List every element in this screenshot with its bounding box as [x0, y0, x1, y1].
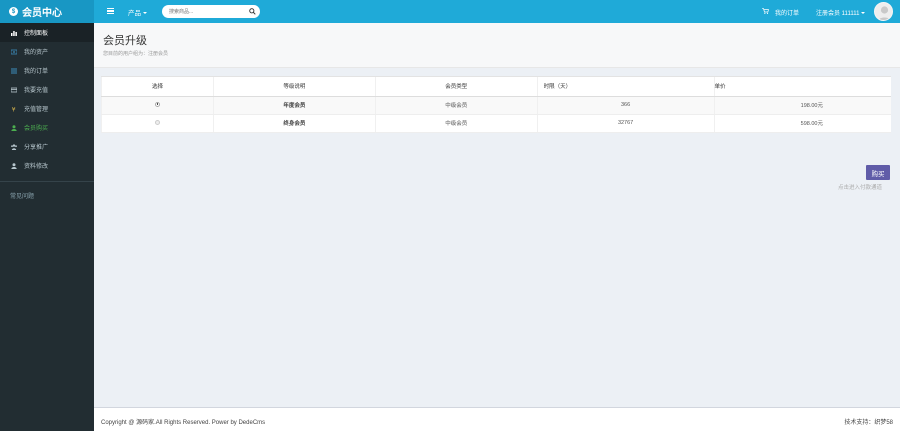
select-cell	[101, 114, 214, 133]
price-cell: 198.00元	[713, 96, 891, 115]
user-avatar-icon	[878, 6, 891, 20]
sidebar-item-label: 分享推广	[24, 145, 49, 151]
users-icon	[11, 143, 17, 150]
sidebar-item-recharge[interactable]: 我要充值	[0, 80, 94, 99]
list-icon	[11, 68, 17, 73]
product-dropdown-label: 产品	[128, 10, 141, 17]
menu-toggle-icon[interactable]	[107, 8, 114, 15]
sidebar-item-membership[interactable]: 会员购买	[0, 118, 94, 137]
buy-note: 点击进入付款通道	[838, 185, 883, 191]
search-box	[162, 5, 260, 18]
sidebar-item-orders[interactable]: 我的订单	[0, 61, 94, 80]
sidebar-item-dashboard[interactable]: 控制面板	[0, 23, 94, 42]
search-input[interactable]	[162, 5, 242, 18]
svg-text:¥: ¥	[12, 106, 16, 112]
level-cell: 年度会员	[212, 96, 376, 115]
level-cell: 终身会员	[212, 114, 376, 133]
select-radio[interactable]	[154, 101, 160, 107]
tech-support-text: 技术支持：织梦58	[844, 420, 893, 426]
column-header: 时限（天）	[536, 77, 715, 97]
sidebar-item-label: 资料修改	[24, 164, 49, 170]
type-cell: 中级会员	[374, 96, 538, 115]
bar-chart-icon	[11, 30, 17, 36]
table-header-row: 选择 等级说明 会员类型 时限（天） 单价	[101, 77, 891, 97]
select-cell	[101, 96, 214, 115]
sidebar-item-label: 会员购买	[24, 126, 49, 132]
dollar-icon: $	[9, 7, 18, 16]
sidebar-item-label: 控制面板	[24, 31, 49, 37]
top-navbar: $ 会员中心 产品 我的订单 注册会员 111111	[0, 0, 900, 23]
product-dropdown[interactable]: 产品	[128, 7, 147, 17]
column-header: 选择	[101, 77, 214, 97]
table-row[interactable]: 终身会员 中级会员 32767 598.00元	[101, 114, 891, 133]
days-cell: 32767	[536, 114, 715, 133]
buy-button[interactable]: 购买	[866, 165, 890, 180]
type-cell: 中级会员	[374, 114, 538, 133]
cart-icon[interactable]	[762, 8, 769, 14]
copyright-text: Copyright @ 源码家.All Rights Reserved. Pow…	[101, 420, 266, 426]
sidebar-item-label: 我的订单	[24, 69, 49, 75]
table-row[interactable]: 年度会员 中级会员 366 198.00元	[101, 96, 891, 115]
avatar[interactable]	[874, 2, 893, 21]
days-cell: 366	[536, 96, 715, 115]
sidebar-item-share[interactable]: 分享推广	[0, 137, 94, 156]
logo[interactable]: $ 会员中心	[0, 0, 94, 23]
column-header: 单价	[713, 77, 891, 97]
user-icon	[11, 162, 17, 169]
user-menu[interactable]: 注册会员 111111	[816, 8, 866, 17]
money-icon	[11, 49, 17, 54]
column-header: 等级说明	[212, 77, 376, 97]
sidebar-item-label: 我要充值	[24, 88, 49, 94]
logo-text: 会员中心	[22, 8, 62, 19]
page-title: 会员升级	[103, 35, 147, 47]
select-radio[interactable]	[154, 119, 160, 125]
caret-down-icon	[143, 12, 147, 15]
my-orders-link[interactable]: 我的订单	[775, 8, 799, 17]
sidebar-item-profile[interactable]: 资料修改	[0, 156, 94, 175]
caret-down-icon	[861, 12, 866, 15]
footer: Copyright @ 源码家.All Rights Reserved. Pow…	[94, 407, 900, 431]
column-header: 会员类型	[374, 77, 538, 97]
sidebar-item-label: 充值管理	[24, 107, 49, 113]
sidebar: 控制面板 我的资产 我的订单 我要充值 ¥ 充值管理 会员购买 分享推广 资料修…	[0, 23, 94, 431]
sidebar-item-faq[interactable]: 常见问题	[0, 191, 94, 200]
page-subtitle: 您目前的用户组为：注册会员	[103, 51, 169, 57]
sidebar-divider	[0, 181, 94, 182]
user-name: 注册会员 111111	[816, 11, 860, 17]
content-header: 会员升级 您目前的用户组为：注册会员	[94, 23, 900, 68]
sidebar-item-label: 我的资产	[24, 50, 49, 56]
membership-table: 选择 等级说明 会员类型 时限（天） 单价 年度会员 中级会员 366 198.…	[101, 77, 891, 133]
price-cell: 598.00元	[713, 114, 891, 133]
search-icon[interactable]	[249, 8, 256, 15]
membership-table-panel: 选择 等级说明 会员类型 时限（天） 单价 年度会员 中级会员 366 198.…	[101, 76, 891, 133]
sidebar-item-recharge-manage[interactable]: ¥ 充值管理	[0, 99, 94, 118]
yen-icon: ¥	[12, 106, 16, 112]
sidebar-item-assets[interactable]: 我的资产	[0, 42, 94, 61]
user-icon	[11, 124, 17, 131]
credit-card-icon	[11, 87, 17, 92]
